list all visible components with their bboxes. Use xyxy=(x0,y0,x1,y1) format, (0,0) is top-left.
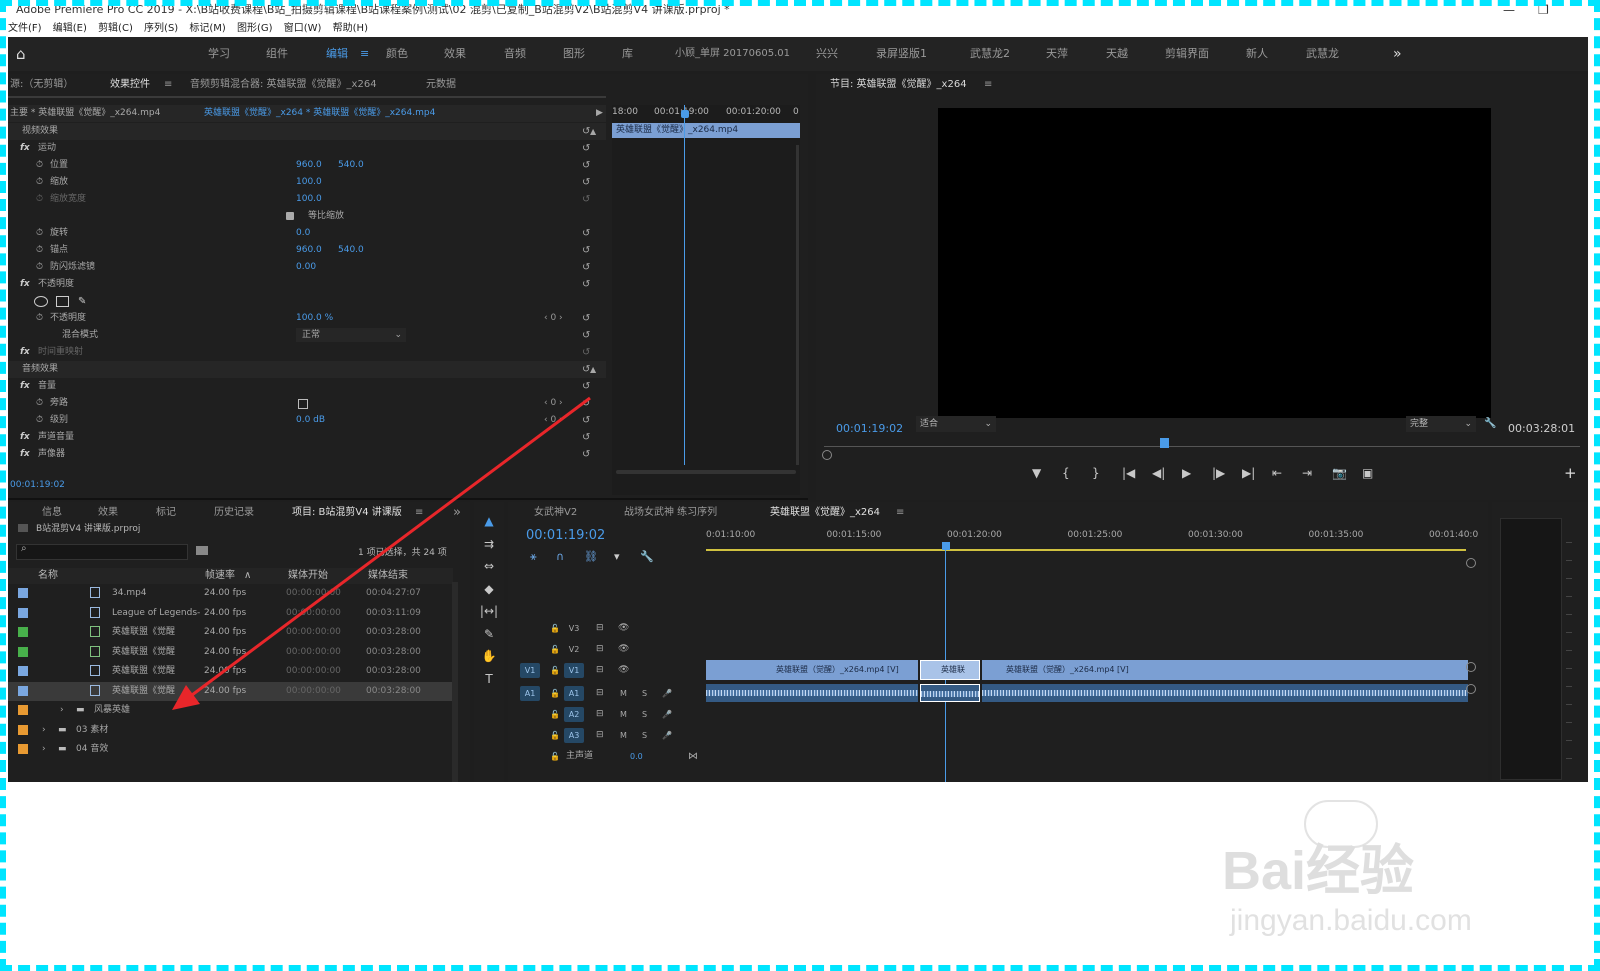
arrow-shaft xyxy=(187,396,591,700)
arrow-head xyxy=(172,685,200,710)
annotation-arrow xyxy=(172,396,591,710)
